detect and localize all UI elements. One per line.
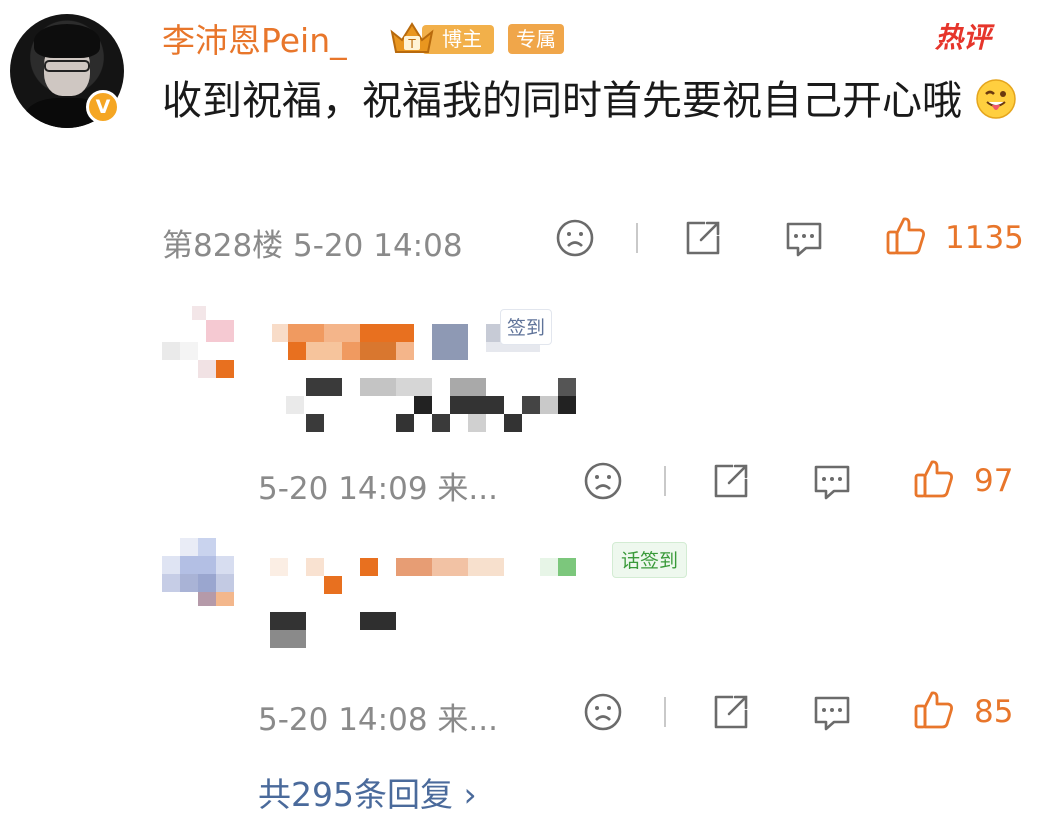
exclusive-badge: 专属 <box>508 24 564 54</box>
share-icon[interactable] <box>709 459 753 503</box>
hot-comment-label: 热评 <box>935 21 992 54</box>
comment-body: 收到祝福，祝福我的同时首先要祝自己开心哦 <box>162 70 1032 133</box>
reply-time-source: 5-20 14:09 来... <box>258 471 498 507</box>
like-count: 85 <box>974 694 1014 730</box>
crown-icon: T <box>390 22 434 53</box>
divider <box>664 697 666 727</box>
reply-tag: 签到 <box>500 309 553 345</box>
blogger-badge: 博主 T <box>388 20 498 58</box>
thumbs-up-icon[interactable] <box>912 688 956 732</box>
author-username[interactable]: 李沛恩Pein_ <box>162 14 347 62</box>
svg-text:T: T <box>407 37 416 51</box>
divider <box>664 466 666 496</box>
thumbs-up-icon[interactable] <box>912 457 956 501</box>
like-count: 97 <box>974 463 1014 499</box>
share-icon[interactable] <box>709 690 753 734</box>
sad-face-icon[interactable] <box>581 690 625 734</box>
reply-avatar[interactable] <box>162 306 236 380</box>
reply-tag: 话签到 <box>612 542 688 578</box>
view-all-replies-link[interactable]: 共295条回复 › <box>258 768 477 816</box>
reply-time-source: 5-20 14:08 来... <box>258 702 498 738</box>
comment-icon[interactable] <box>810 459 854 503</box>
sad-face-icon[interactable] <box>553 216 597 260</box>
comment-icon[interactable] <box>810 690 854 734</box>
share-icon[interactable] <box>681 216 725 260</box>
thumbs-up-icon[interactable] <box>884 214 928 258</box>
comment-text: 收到祝福，祝福我的同时首先要祝自己开心哦 <box>162 78 962 124</box>
floor-and-time: 第828楼 5-20 14:08 <box>162 228 463 264</box>
like-count: 1135 <box>945 220 1024 256</box>
sad-face-icon[interactable] <box>581 459 625 503</box>
reply-text-pixelated <box>270 612 410 652</box>
comment-icon[interactable] <box>782 216 826 260</box>
verified-v-icon: V <box>86 90 120 124</box>
reply-text-pixelated <box>286 378 586 434</box>
divider <box>636 223 638 253</box>
tongue-wink-emoji-icon <box>975 76 1017 119</box>
reply-avatar[interactable] <box>162 538 236 612</box>
reply-username-pixelated[interactable] <box>268 558 628 598</box>
